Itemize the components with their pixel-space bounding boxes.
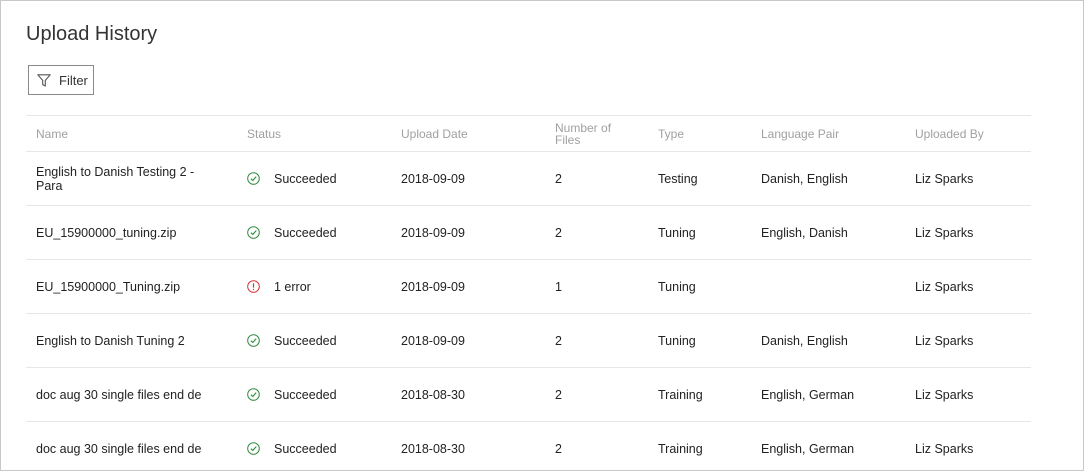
status-text: Succeeded — [274, 333, 337, 348]
cell-name-line1: English to Danish Tuning 2 — [36, 333, 185, 348]
cell-name: EU_15900000_Tuning.zip — [36, 260, 221, 313]
cell-status: 1 error — [247, 260, 387, 313]
check-circle-icon — [247, 334, 260, 347]
cell-name: doc aug 30 single files end de — [36, 368, 221, 421]
cell-status: Succeeded — [247, 206, 387, 259]
cell-number-of-files: 2 — [555, 387, 562, 402]
check-circle-icon — [247, 226, 260, 239]
cell-language-pair: Danish, English — [761, 171, 848, 186]
cell-name: EU_15900000_tuning.zip — [36, 206, 221, 259]
cell-uploaded-by: Liz Sparks — [915, 441, 974, 456]
cell-language-pair: English, German — [761, 441, 855, 456]
cell-number-of-files: 2 — [555, 441, 562, 456]
column-header-number-of-files[interactable]: Number of Files — [555, 116, 645, 151]
column-header-status[interactable]: Status — [247, 116, 387, 151]
filter-button-label: Filter — [59, 72, 88, 88]
cell-upload-date: 2018-09-09 — [401, 333, 465, 348]
cell-type: Tuning — [658, 279, 696, 294]
cell-uploaded-by: Liz Sparks — [915, 387, 974, 402]
filter-funnel-icon — [37, 73, 51, 87]
cell-number-of-files: 2 — [555, 225, 562, 240]
table-header-row: Name Status Upload Date Number of Files … — [26, 115, 1031, 152]
cell-status: Succeeded — [247, 314, 387, 367]
cell-type: Training — [658, 441, 703, 456]
cell-name: English to Danish Testing 2 - Para — [36, 152, 221, 205]
error-circle-icon — [247, 280, 260, 293]
table-row[interactable]: doc aug 30 single files end de Succeeded 2… — [26, 422, 1031, 470]
upload-history-panel: Upload History Filter Name Status Upload… — [0, 0, 1084, 471]
cell-name-line1: doc aug 30 single files end de — [36, 441, 202, 456]
column-header-type[interactable]: Type — [658, 116, 748, 151]
cell-name-line1: EU_15900000_Tuning.zip — [36, 279, 181, 294]
cell-status: Succeeded — [247, 152, 387, 205]
status-text: Succeeded — [274, 225, 337, 240]
table-row[interactable]: English to Danish Testing 2 - Para Succeed… — [26, 152, 1031, 206]
cell-uploaded-by: Liz Sparks — [915, 225, 974, 240]
cell-upload-date: 2018-08-30 — [401, 441, 465, 456]
table-body: English to Danish Testing 2 - Para Succeed… — [26, 152, 1031, 470]
cell-name: doc aug 30 single files end de — [36, 422, 221, 470]
cell-type: Tuning — [658, 333, 696, 348]
table-row[interactable]: EU_15900000_Tuning.zip 1 error 2018-09-09 1… — [26, 260, 1031, 314]
status-text: 1 error — [274, 279, 311, 294]
cell-number-of-files: 2 — [555, 171, 562, 186]
table-row[interactable]: English to Danish Tuning 2 Succeeded 2018-… — [26, 314, 1031, 368]
cell-type: Training — [658, 387, 703, 402]
cell-name: English to Danish Tuning 2 — [36, 314, 221, 367]
status-text: Succeeded — [274, 387, 337, 402]
cell-number-of-files: 2 — [555, 333, 562, 348]
cell-name-line1: doc aug 30 single files end de — [36, 387, 202, 402]
cell-upload-date: 2018-08-30 — [401, 387, 465, 402]
page-title: Upload History — [26, 23, 158, 45]
filter-button[interactable]: Filter — [28, 65, 94, 95]
column-header-uploaded-by[interactable]: Uploaded By — [915, 116, 1025, 151]
cell-language-pair — [761, 260, 901, 313]
check-circle-icon — [247, 442, 260, 455]
cell-uploaded-by: Liz Sparks — [915, 171, 974, 186]
column-header-upload-date[interactable]: Upload Date — [401, 116, 541, 151]
cell-upload-date: 2018-09-09 — [401, 171, 465, 186]
cell-name-line1: English to Danish Testing 2 - — [36, 164, 195, 179]
status-text: Succeeded — [274, 441, 337, 456]
cell-uploaded-by: Liz Sparks — [915, 333, 974, 348]
cell-name-line1: EU_15900000_tuning.zip — [36, 225, 177, 240]
table-row[interactable]: EU_15900000_tuning.zip Succeeded 2018-09-0… — [26, 206, 1031, 260]
check-circle-icon — [247, 388, 260, 401]
cell-status: Succeeded — [247, 422, 387, 470]
column-header-number-of-files-line1: Number of — [555, 120, 612, 135]
status-text: Succeeded — [274, 171, 337, 186]
cell-language-pair: English, Danish — [761, 225, 848, 240]
cell-name-line2: Para — [36, 178, 63, 193]
cell-type: Testing — [658, 171, 698, 186]
cell-uploaded-by: Liz Sparks — [915, 279, 974, 294]
check-circle-icon — [247, 172, 260, 185]
cell-language-pair: Danish, English — [761, 333, 848, 348]
cell-upload-date: 2018-09-09 — [401, 225, 465, 240]
table-row[interactable]: doc aug 30 single files end de Succeeded 2… — [26, 368, 1031, 422]
cell-type: Tuning — [658, 225, 696, 240]
column-header-name[interactable]: Name — [36, 116, 221, 151]
cell-number-of-files: 1 — [555, 279, 562, 294]
cell-upload-date: 2018-09-09 — [401, 279, 465, 294]
upload-history-table: Name Status Upload Date Number of Files … — [26, 115, 1031, 470]
cell-status: Succeeded — [247, 368, 387, 421]
cell-language-pair: English, German — [761, 387, 855, 402]
column-header-language-pair[interactable]: Language Pair — [761, 116, 901, 151]
column-header-number-of-files-line2: Files — [555, 132, 581, 147]
